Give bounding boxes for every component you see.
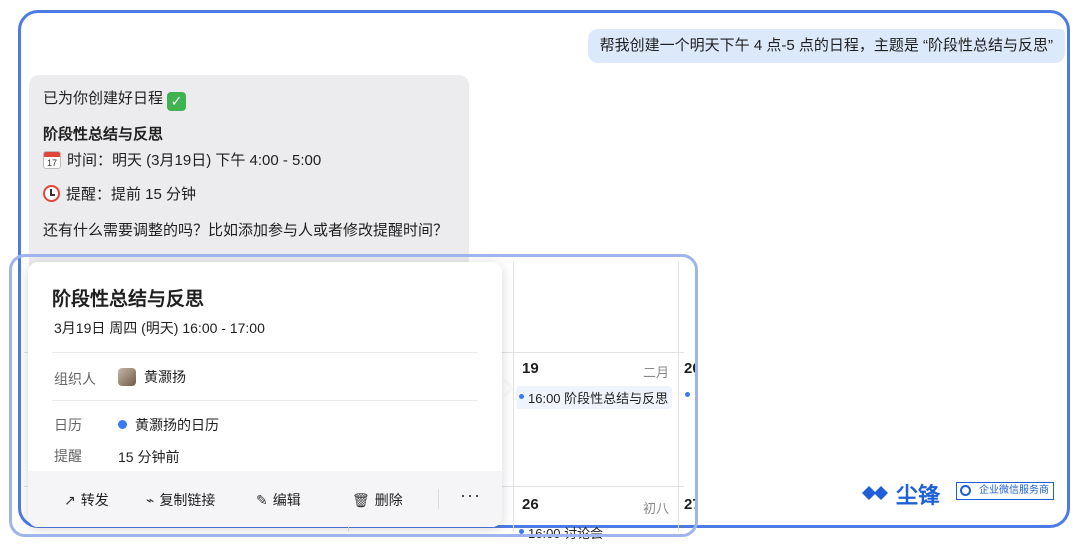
brand-name: 尘锋 xyxy=(896,483,941,508)
calendar-event[interactable]: 16:00 讨论会 xyxy=(516,521,607,544)
edit-button[interactable]: ✎ 编辑 xyxy=(256,490,301,510)
user-message-bubble: 帮我创建一个明天下午 4 点-5 点的日程，主题是 “阶段性总结与反思” xyxy=(587,29,1065,63)
calendar-name: 黄灏扬的日历 xyxy=(135,417,219,433)
calendar-label: 日历 xyxy=(54,417,82,433)
popup-action-bar: ↗ 转发 ⌁ 复制链接 ✎ 编辑 🗑 删除 ··· xyxy=(28,471,502,527)
action-divider xyxy=(438,489,439,509)
event-detail-popup: 阶段性总结与反思 3月19日 周四 (明天) 16:00 - 17:00 组织人… xyxy=(28,262,502,527)
calendar-date-19[interactable]: 19 xyxy=(522,360,539,377)
delete-button[interactable]: 🗑 删除 xyxy=(352,490,403,510)
check-mark-icon: ✓ xyxy=(167,92,187,111)
ai-followup-text: 还有什么需要调整的吗？比如添加参与人或者修改提醒时间？ xyxy=(43,222,449,239)
reminder-label: 提醒 xyxy=(54,448,82,464)
ai-event-title: 阶段性总结与反思 xyxy=(43,126,164,143)
organizer-value[interactable]: 黄灏扬 xyxy=(118,367,186,387)
copy-link-button[interactable]: ⌁ 复制链接 xyxy=(146,490,215,510)
organizer-label: 组织人 xyxy=(54,371,96,387)
ai-time-text: 时间：明天 (3月19日) 下午 4:00 - 5:00 xyxy=(67,152,322,169)
calendar-date-27[interactable]: 27 xyxy=(684,496,696,513)
alarm-clock-icon xyxy=(43,185,60,202)
trash-icon: 🗑 xyxy=(352,492,370,508)
ai-time-line: 17 时间：明天 (3月19日) 下午 4:00 - 5:00 xyxy=(43,149,321,170)
edit-icon: ✎ xyxy=(256,492,268,508)
brand-badge: 企业微信服务商 xyxy=(956,482,1054,500)
forward-button[interactable]: ↗ 转发 xyxy=(64,490,109,510)
calendar-icon: 17 xyxy=(43,151,61,169)
calendar-date-20[interactable]: 20 xyxy=(684,360,696,377)
brand-logo-icon xyxy=(862,486,888,500)
popup-event-title: 阶段性总结与反思 xyxy=(52,289,205,310)
link-icon: ⌁ xyxy=(146,492,155,508)
ai-reminder-line: 提醒：提前 15 分钟 xyxy=(43,183,196,204)
event-dot xyxy=(685,392,690,397)
share-arrow-icon: ↗ xyxy=(64,492,76,508)
popup-event-time: 3月19日 周四 (明天) 16:00 - 17:00 xyxy=(54,320,265,336)
ai-intro-line: 已为你创建好日程 ✓ xyxy=(43,87,187,111)
calendar-lunar: 初八 xyxy=(643,501,670,516)
popup-divider xyxy=(52,400,478,401)
ai-intro-text: 已为你创建好日程 xyxy=(43,90,164,107)
calendar-col-divider xyxy=(678,262,679,532)
ai-reply-card: 已为你创建好日程 ✓ 阶段性总结与反思 17 时间：明天 (3月19日) 下午 4:… xyxy=(29,75,469,275)
calendar-date-26[interactable]: 26 xyxy=(522,496,539,513)
calendar-lunar: 二月 xyxy=(643,365,670,380)
avatar xyxy=(118,368,136,386)
calendar-value: 黄灏扬的日历 xyxy=(118,415,219,435)
calendar-color-dot xyxy=(118,420,127,429)
calendar-col-divider xyxy=(513,262,514,532)
calendar-event[interactable]: 16:00 阶段性总结与反思 xyxy=(516,386,673,409)
reminder-value: 15 分钟前 xyxy=(118,449,180,465)
popup-divider xyxy=(52,352,478,353)
ai-reminder-text: 提醒：提前 15 分钟 xyxy=(66,186,197,203)
more-options-button[interactable]: ··· xyxy=(460,485,481,506)
organizer-name: 黄灏扬 xyxy=(144,369,186,385)
